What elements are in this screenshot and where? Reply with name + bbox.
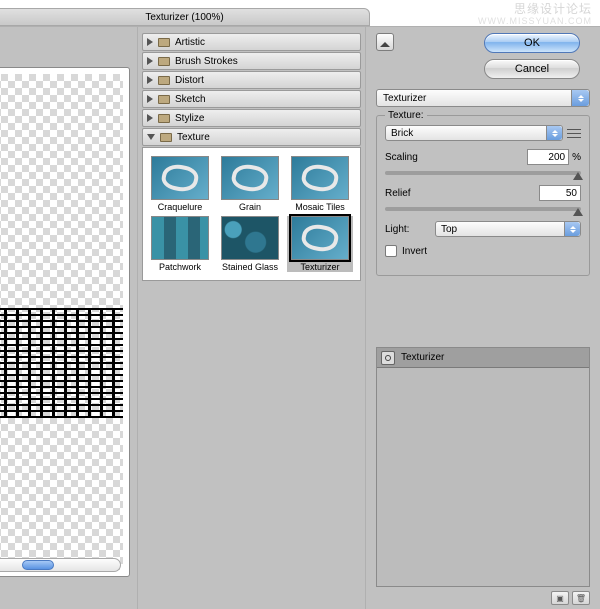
- invert-checkbox[interactable]: [385, 245, 397, 257]
- filter-categories-column: Artistic Brush Strokes Distort Sketch Styliz…: [138, 27, 366, 609]
- texture-select[interactable]: Brick: [385, 125, 563, 141]
- texture-options-group: Texture: Brick Scaling 200 % Relief 50: [376, 115, 590, 276]
- window-title: Texturizer (100%): [145, 12, 223, 23]
- settings-column: OK Cancel Texturizer Texture: Brick Scal…: [366, 27, 600, 609]
- chevron-right-icon: [147, 114, 153, 122]
- folder-icon: [158, 76, 170, 85]
- slider-thumb[interactable]: [573, 203, 583, 216]
- relief-slider[interactable]: [385, 207, 581, 211]
- scaling-slider[interactable]: [385, 171, 581, 175]
- light-select[interactable]: Top: [435, 221, 581, 237]
- scrollbar-thumb[interactable]: [22, 560, 54, 570]
- category-label: Sketch: [175, 94, 206, 105]
- thumb-label: Stained Glass: [222, 262, 278, 272]
- chevron-right-icon: [147, 76, 153, 84]
- thumb-mosaic-tiles[interactable]: Mosaic Tiles: [287, 156, 353, 212]
- category-label: Brush Strokes: [175, 56, 238, 67]
- slider-thumb[interactable]: [573, 167, 583, 180]
- filter-gallery-window: Artistic Brush Strokes Distort Sketch Styliz…: [0, 26, 600, 609]
- thumb-label: Texturizer: [300, 262, 339, 272]
- preview-h-scrollbar[interactable]: [0, 558, 121, 572]
- layer-name: Texturizer: [401, 352, 444, 363]
- layers-footer: ▣ 🗑: [376, 589, 590, 607]
- thumb-texturizer[interactable]: Texturizer: [287, 216, 353, 272]
- category-row-distort[interactable]: Distort: [142, 71, 361, 89]
- category-label: Stylize: [175, 113, 204, 124]
- category-row-artistic[interactable]: Artistic: [142, 33, 361, 51]
- light-select-value: Top: [441, 224, 457, 235]
- scaling-percent: %: [572, 152, 581, 163]
- effect-layers-panel: Texturizer: [376, 347, 590, 587]
- thumb-image: [221, 156, 279, 200]
- eye-icon[interactable]: [381, 351, 395, 365]
- folder-icon: [158, 57, 170, 66]
- thumb-label: Craquelure: [158, 202, 203, 212]
- dropdown-icon: [546, 126, 562, 140]
- thumb-grain[interactable]: Grain: [217, 156, 283, 212]
- category-label: Texture: [177, 132, 210, 143]
- thumb-label: Patchwork: [159, 262, 201, 272]
- layer-row[interactable]: Texturizer: [377, 348, 589, 368]
- dropdown-icon: [564, 222, 580, 236]
- folder-icon: [158, 38, 170, 47]
- texture-menu-icon[interactable]: [567, 127, 581, 139]
- relief-label: Relief: [385, 188, 539, 199]
- chevron-down-icon: [147, 134, 155, 140]
- thumb-craquelure[interactable]: Craquelure: [147, 156, 213, 212]
- thumb-stained-glass[interactable]: Stained Glass: [217, 216, 283, 272]
- folder-icon: [158, 114, 170, 123]
- category-label: Distort: [175, 75, 204, 86]
- folder-icon: [160, 133, 172, 142]
- thumb-image: [291, 156, 349, 200]
- light-label: Light:: [385, 224, 435, 235]
- cancel-button[interactable]: Cancel: [484, 59, 580, 79]
- category-label: Artistic: [175, 37, 205, 48]
- relief-input[interactable]: 50: [539, 185, 581, 201]
- delete-effect-button[interactable]: 🗑: [572, 591, 590, 605]
- ok-button[interactable]: OK: [484, 33, 580, 53]
- thumb-label: Mosaic Tiles: [295, 202, 345, 212]
- preview-content: [0, 308, 123, 418]
- scaling-input[interactable]: 200: [527, 149, 569, 165]
- thumb-image: [221, 216, 279, 260]
- texture-select-value: Brick: [391, 128, 413, 139]
- category-row-stylize[interactable]: Stylize: [142, 109, 361, 127]
- chevron-right-icon: [147, 38, 153, 46]
- dropdown-icon: [571, 90, 589, 106]
- chevron-right-icon: [147, 57, 153, 65]
- watermark-url: WWW.MISSYUAN.COM: [478, 16, 592, 26]
- category-row-brush-strokes[interactable]: Brush Strokes: [142, 52, 361, 70]
- category-row-sketch[interactable]: Sketch: [142, 90, 361, 108]
- preview-canvas[interactable]: [0, 67, 130, 577]
- thumbnails-grid: Craquelure Grain Mosaic Tiles Patchwork Stai…: [142, 147, 361, 281]
- thumb-image: [151, 156, 209, 200]
- watermark-text: 思缘设计论坛: [514, 0, 592, 17]
- invert-label: Invert: [402, 246, 427, 257]
- texture-group-label: Texture:: [385, 110, 427, 121]
- filter-select[interactable]: Texturizer: [376, 89, 590, 107]
- filter-select-value: Texturizer: [383, 93, 426, 104]
- chevron-right-icon: [147, 95, 153, 103]
- thumb-patchwork[interactable]: Patchwork: [147, 216, 213, 272]
- window-titlebar: Texturizer (100%): [0, 8, 370, 26]
- preview-column: [0, 27, 138, 609]
- new-effect-button[interactable]: ▣: [551, 591, 569, 605]
- thumb-image: [291, 216, 349, 260]
- category-row-texture[interactable]: Texture: [142, 128, 361, 146]
- folder-icon: [158, 95, 170, 104]
- thumb-label: Grain: [239, 202, 261, 212]
- thumb-image: [151, 216, 209, 260]
- collapse-button[interactable]: [376, 33, 394, 51]
- scaling-label: Scaling: [385, 152, 527, 163]
